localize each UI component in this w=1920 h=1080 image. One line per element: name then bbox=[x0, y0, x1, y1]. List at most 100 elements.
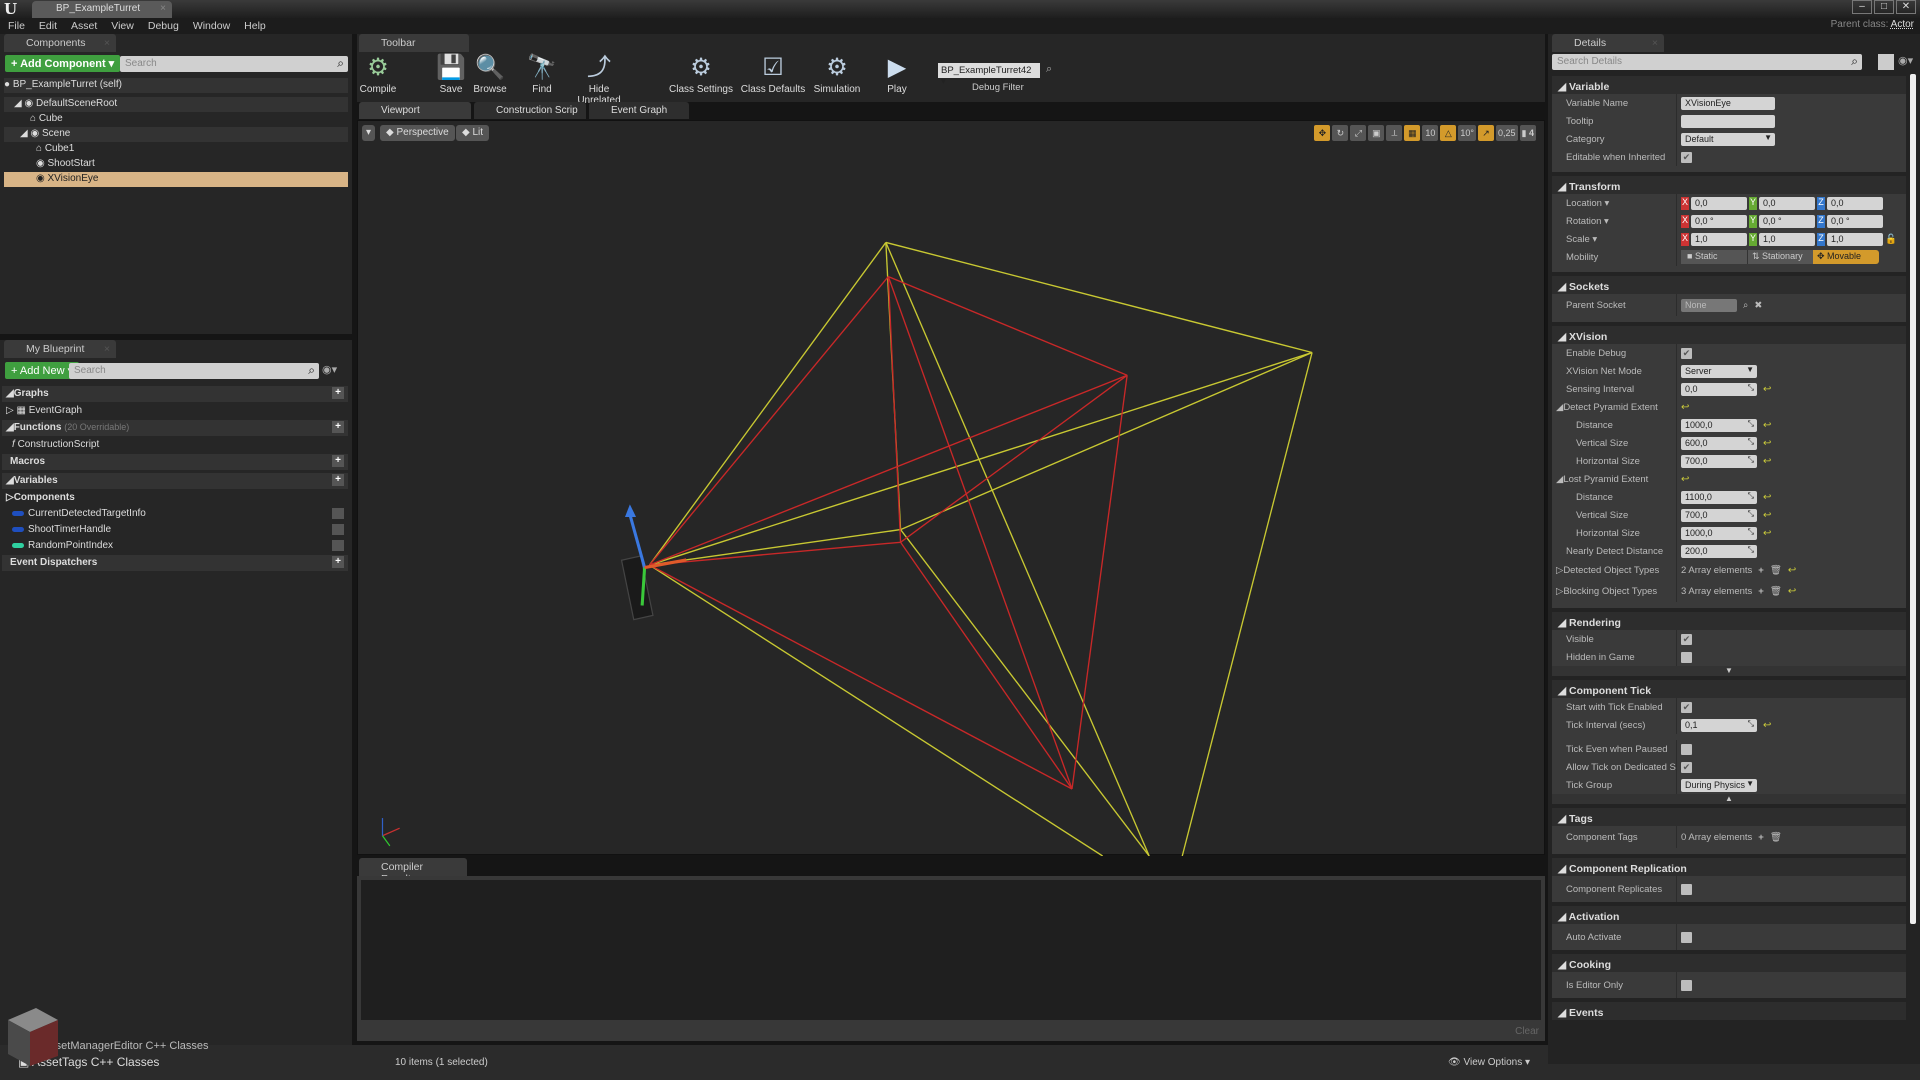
debug-filter-search-icon[interactable]: ⌕ bbox=[1046, 63, 1052, 76]
reset-to-default-icon[interactable]: ↩ bbox=[1763, 384, 1771, 395]
search-icon[interactable]: ⌕ bbox=[1743, 300, 1748, 311]
reset-to-default-icon[interactable]: ↩ bbox=[1763, 438, 1771, 449]
tree-item-selected[interactable]: ◉ XVisionEye bbox=[4, 172, 348, 187]
sensing-interval-input[interactable]: 0,0 ⤡ bbox=[1681, 382, 1757, 396]
location-x-input[interactable]: 0,0 bbox=[1691, 196, 1747, 210]
menu-window[interactable]: Window bbox=[193, 20, 230, 32]
start-tick-checkbox[interactable]: ✔ bbox=[1681, 701, 1692, 713]
prop-label[interactable]: Location ▾ bbox=[1552, 194, 1677, 212]
event-dispatchers-category[interactable]: Event Dispatchers + bbox=[2, 555, 348, 571]
tooltip-input[interactable] bbox=[1681, 114, 1775, 128]
variable-item[interactable]: ShootTimerHandle bbox=[2, 522, 348, 538]
menu-view[interactable]: View bbox=[111, 20, 134, 32]
compiler-results-tab[interactable]: Compiler Results bbox=[359, 858, 467, 885]
reset-to-default-icon[interactable]: ↩ bbox=[1681, 474, 1689, 485]
variable-item[interactable]: RandomPointIndex bbox=[2, 538, 348, 554]
visibility-toggle-icon[interactable] bbox=[332, 508, 344, 519]
save-button[interactable]: 💾 Save bbox=[436, 52, 466, 95]
view-options-button[interactable]: 👁 View Options ▾ bbox=[1448, 1057, 1530, 1068]
tick-paused-checkbox[interactable] bbox=[1681, 743, 1692, 755]
visibility-toggle-icon[interactable] bbox=[332, 540, 344, 551]
macros-category[interactable]: Macros + bbox=[2, 454, 348, 470]
tick-interval-input[interactable]: 0,1 ⤡ bbox=[1681, 718, 1757, 732]
menu-debug[interactable]: Debug bbox=[148, 20, 179, 32]
document-tab[interactable]: BP_ExampleTurret × bbox=[32, 1, 172, 18]
components-subcategory[interactable]: ▷Components bbox=[2, 490, 348, 506]
section-xvision[interactable]: ◢ XVision bbox=[1552, 322, 1906, 344]
tree-item[interactable]: ⌂ Cube1 bbox=[4, 142, 348, 157]
my-blueprint-tab[interactable]: My Blueprint × bbox=[4, 340, 116, 358]
menu-file[interactable]: File bbox=[8, 20, 25, 32]
location-z-input[interactable]: 0,0 bbox=[1827, 196, 1883, 210]
variables-category[interactable]: ◢Variables + bbox=[2, 473, 348, 489]
rotation-x-input[interactable]: 0,0 ° bbox=[1691, 214, 1747, 228]
lost-distance-input[interactable]: 1100,0 ⤡ bbox=[1681, 490, 1757, 504]
parent-class-link[interactable]: Actor bbox=[1891, 19, 1914, 30]
nearly-detect-input[interactable]: 200,0 ⤡ bbox=[1681, 544, 1757, 558]
blueprint-search-input[interactable]: Search ⌕ bbox=[69, 363, 319, 379]
mobility-movable-button[interactable]: ✥ Movable bbox=[1813, 250, 1879, 264]
scale-x-input[interactable]: 1,0 bbox=[1691, 232, 1747, 246]
add-new-button[interactable]: + Add New ▾ bbox=[5, 362, 80, 379]
prop-label[interactable]: Rotation ▾ bbox=[1552, 212, 1677, 230]
lost-horizontal-input[interactable]: 1000,0 ⤡ bbox=[1681, 526, 1757, 540]
prop-label[interactable]: ▷ Blocking Object Types bbox=[1552, 581, 1677, 602]
auto-activate-checkbox[interactable] bbox=[1681, 931, 1692, 943]
visibility-eye-icon[interactable]: ◉▾ bbox=[1898, 54, 1913, 67]
tree-self[interactable]: ● BP_ExampleTurret (self) bbox=[4, 78, 348, 93]
variable-name-input[interactable]: XVisionEye bbox=[1681, 96, 1775, 110]
lost-vertical-input[interactable]: 700,0 ⤡ bbox=[1681, 508, 1757, 522]
expand-advanced-icon[interactable]: ▼ bbox=[1552, 666, 1906, 676]
close-tab-icon[interactable]: × bbox=[1652, 37, 1658, 49]
add-graph-icon[interactable]: + bbox=[332, 387, 344, 399]
prop-label[interactable]: Scale ▾ bbox=[1552, 230, 1677, 248]
viewport[interactable]: ▾ ◆ Perspective ◆ Lit ✥ ↻ ⤢ ▣ ⟂ ▦ 10 △ 1… bbox=[357, 120, 1545, 856]
add-variable-icon[interactable]: + bbox=[332, 474, 344, 486]
section-variable[interactable]: ◢ Variable bbox=[1552, 72, 1906, 94]
mobility-static-button[interactable]: ■ Static bbox=[1681, 250, 1747, 264]
reset-to-default-icon[interactable]: ↩ bbox=[1763, 720, 1771, 731]
add-function-icon[interactable]: + bbox=[332, 421, 344, 433]
play-button[interactable]: ▶ Play bbox=[882, 52, 912, 95]
components-tab[interactable]: Components × bbox=[4, 34, 116, 52]
hide-unrelated-button[interactable]: ⤴ Hide Unrelated bbox=[566, 52, 632, 106]
components-search-input[interactable]: Search ⌕ bbox=[120, 56, 348, 72]
section-activation[interactable]: ◢ Activation bbox=[1552, 902, 1906, 924]
collapse-advanced-icon[interactable]: ▲ bbox=[1552, 794, 1906, 804]
close-window-button[interactable]: ✕ bbox=[1896, 0, 1916, 14]
tree-item[interactable]: ◢ ◉ DefaultSceneRoot bbox=[4, 97, 348, 112]
lock-icon[interactable]: 🔓 bbox=[1885, 234, 1897, 245]
section-replication[interactable]: ◢ Component Replication bbox=[1552, 854, 1906, 876]
menu-edit[interactable]: Edit bbox=[39, 20, 57, 32]
event-graph-item[interactable]: ▷ ▦ EventGraph bbox=[2, 403, 348, 419]
tree-item[interactable]: ◉ ShootStart bbox=[4, 157, 348, 172]
add-macro-icon[interactable]: + bbox=[332, 455, 344, 467]
prop-label[interactable]: ▷ Detected Object Types bbox=[1552, 560, 1677, 581]
tree-item[interactable]: ◢ ◉ Scene bbox=[4, 127, 348, 142]
rotation-z-input[interactable]: 0,0 ° bbox=[1827, 214, 1883, 228]
add-element-icon[interactable]: + bbox=[1758, 586, 1764, 597]
hidden-in-game-checkbox[interactable] bbox=[1681, 651, 1692, 663]
add-dispatcher-icon[interactable]: + bbox=[332, 556, 344, 568]
clear-button[interactable]: Clear bbox=[1515, 1026, 1539, 1037]
reset-to-default-icon[interactable]: ↩ bbox=[1763, 528, 1771, 539]
detect-distance-input[interactable]: 1000,0 ⤡ bbox=[1681, 418, 1757, 432]
reset-to-default-icon[interactable]: ↩ bbox=[1681, 402, 1689, 413]
close-tab-icon[interactable]: × bbox=[160, 3, 166, 14]
functions-category[interactable]: ◢Functions (20 Overridable) + bbox=[2, 420, 348, 436]
detect-horizontal-input[interactable]: 700,0 ⤡ bbox=[1681, 454, 1757, 468]
trash-icon[interactable]: 🗑 bbox=[1770, 565, 1782, 576]
variable-item[interactable]: CurrentDetectedTargetInfo bbox=[2, 506, 348, 522]
reset-to-default-icon[interactable]: ↩ bbox=[1763, 456, 1771, 467]
section-transform[interactable]: ◢ Transform bbox=[1552, 172, 1906, 194]
prop-label[interactable]: ◢ Lost Pyramid Extent bbox=[1552, 470, 1677, 488]
parent-socket-field[interactable]: None bbox=[1681, 298, 1737, 312]
close-tab-icon[interactable]: × bbox=[104, 343, 110, 355]
find-button[interactable]: 🔭 Find bbox=[526, 52, 558, 95]
trash-icon[interactable]: 🗑 bbox=[1770, 832, 1782, 843]
scale-y-input[interactable]: 1,0 bbox=[1759, 232, 1815, 246]
section-sockets[interactable]: ◢ Sockets bbox=[1552, 272, 1906, 294]
tab-viewport[interactable]: Viewport bbox=[359, 102, 471, 119]
visibility-toggle-icon[interactable] bbox=[332, 524, 344, 535]
tick-dedicated-checkbox[interactable]: ✔ bbox=[1681, 761, 1692, 773]
